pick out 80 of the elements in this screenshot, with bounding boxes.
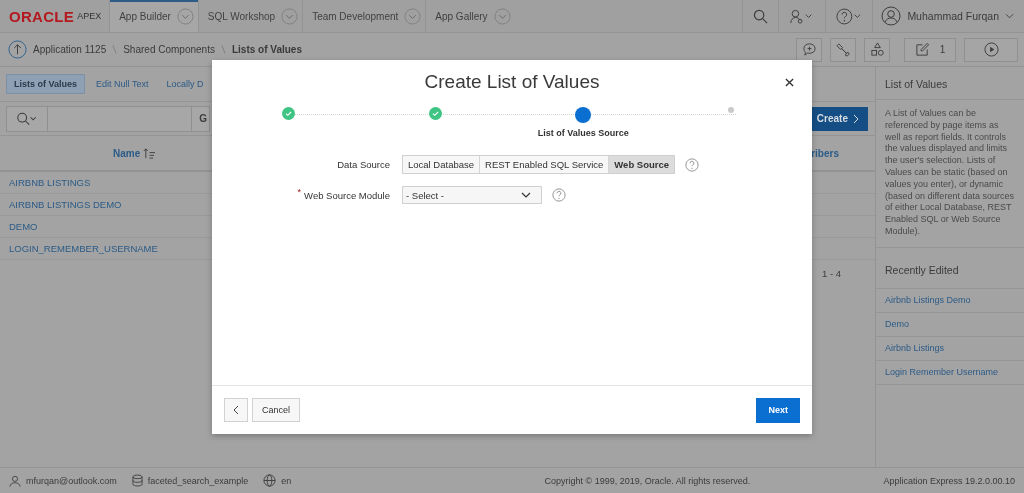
breadcrumb-link[interactable]: Lists of Values <box>231 44 302 55</box>
search-icon <box>16 111 38 126</box>
logo[interactable]: ORACLE APEX <box>0 0 110 32</box>
help-icon <box>836 7 863 25</box>
dialog-title: Create List of Values <box>424 71 600 93</box>
column-header[interactable]: Name <box>113 147 157 159</box>
help-icon[interactable] <box>552 188 566 202</box>
shapes-icon <box>869 42 885 57</box>
back-button[interactable] <box>224 398 248 422</box>
search-field[interactable]: G <box>6 105 210 132</box>
field-label: Data Source <box>337 159 390 170</box>
chevron-down-icon[interactable] <box>176 7 194 25</box>
schema-name[interactable]: faceted_search_example <box>147 475 249 486</box>
version-text: Application Express 19.2.0.00.10 <box>883 475 1015 486</box>
logo-product: APEX <box>77 11 102 21</box>
database-icon <box>131 474 143 487</box>
close-icon[interactable] <box>785 78 794 87</box>
page-number: 1 <box>939 44 946 55</box>
edit-page-button[interactable]: 1 <box>904 37 956 62</box>
recent-item-link[interactable]: Demo <box>885 318 909 329</box>
breadcrumb-separator-icon <box>220 44 226 55</box>
user-menu[interactable]: Muhammad Furqan <box>872 0 1024 32</box>
sidebar-heading: Recently Edited <box>876 247 1024 289</box>
field-label: Web Source Module <box>304 189 390 201</box>
person-icon <box>9 474 21 487</box>
table-cell-link[interactable]: AIRBNB LISTINGS DEMO <box>9 199 122 210</box>
cancel-button[interactable]: Cancel <box>252 398 300 422</box>
help-icon[interactable] <box>685 157 700 172</box>
nav-tab[interactable]: SQL Workshop <box>197 0 303 32</box>
breadcrumb-link[interactable]: Shared Components <box>123 44 215 55</box>
page-tab[interactable]: Lists of Values <box>6 74 86 94</box>
play-icon <box>983 42 999 57</box>
speech-bubble-icon <box>801 42 817 57</box>
chevron-down-icon <box>1005 13 1014 19</box>
chevron-down-icon[interactable] <box>404 7 422 25</box>
sort-ascending-icon <box>143 147 157 159</box>
avatar-icon <box>881 6 902 26</box>
flashlight-icon <box>835 42 851 57</box>
go-button[interactable]: G <box>192 106 209 131</box>
language[interactable]: en <box>281 475 292 486</box>
breadcrumb-link[interactable]: Application 1125 <box>33 44 107 55</box>
recent-item-link[interactable]: Login Remember Username <box>885 366 999 377</box>
table-cell-link[interactable]: DEMO <box>9 221 38 232</box>
step-label: List of Values Source <box>537 128 629 138</box>
recent-item-link[interactable]: Airbnb Listings Demo <box>885 294 971 305</box>
user-name: Muhammad Furqan <box>907 10 999 22</box>
next-button[interactable]: Next <box>756 397 800 423</box>
pencil-icon <box>914 42 930 57</box>
chevron-left-icon <box>233 405 239 415</box>
chevron-down-icon <box>521 192 531 198</box>
sidebar-heading: List of Values <box>876 67 1024 100</box>
nav-tab[interactable]: Team Development <box>302 0 426 32</box>
nav-tab[interactable]: App Builder <box>109 0 198 32</box>
pagination-range: 1 - 4 <box>822 268 841 279</box>
help-text: A List of Values can be referenced by page items as well as report fields. It controls the values displayed and limits the user's selection. Lists of Values can be static (based on values you enter), or dynamic (based on different data sources of either Local Database, REST Enabled SQL or Web Source Module). <box>876 100 1024 248</box>
utilities-button[interactable] <box>830 37 856 62</box>
select-field[interactable]: - Select - <box>402 186 542 204</box>
chevron-down-icon[interactable] <box>281 7 299 25</box>
chevron-right-icon <box>853 113 859 124</box>
user-email[interactable]: mfurqan@outlook.com <box>26 475 117 486</box>
radio-option[interactable]: REST Enabled SQL Service <box>480 156 610 173</box>
page-tab[interactable]: Edit Null Text <box>89 75 156 93</box>
copyright-text: Copyright © 1999, 2019, Oracle. All rights reserved. <box>544 475 751 486</box>
radio-option[interactable]: Local Database <box>403 156 481 173</box>
chevron-down-icon[interactable] <box>493 7 511 25</box>
logo-brand: ORACLE <box>9 7 75 25</box>
nav-tab[interactable]: App Gallery <box>425 0 515 32</box>
radio-option[interactable]: Web Source <box>609 156 675 173</box>
comment-button[interactable] <box>796 37 822 62</box>
globe-icon <box>263 474 277 487</box>
search-icon <box>753 8 769 24</box>
column-header[interactable]: ribers <box>811 147 839 159</box>
table-cell-link[interactable]: AIRBNB LISTINGS <box>9 177 91 188</box>
shared-components-button[interactable] <box>864 37 890 62</box>
required-mark: * <box>297 186 302 197</box>
page-tab[interactable]: Locally D <box>159 75 211 93</box>
run-button[interactable] <box>964 37 1018 62</box>
breadcrumb-separator-icon <box>112 44 118 55</box>
recent-item-link[interactable]: Airbnb Listings <box>885 342 945 353</box>
table-cell-link[interactable]: LOGIN_REMEMBER_USERNAME <box>9 243 158 254</box>
